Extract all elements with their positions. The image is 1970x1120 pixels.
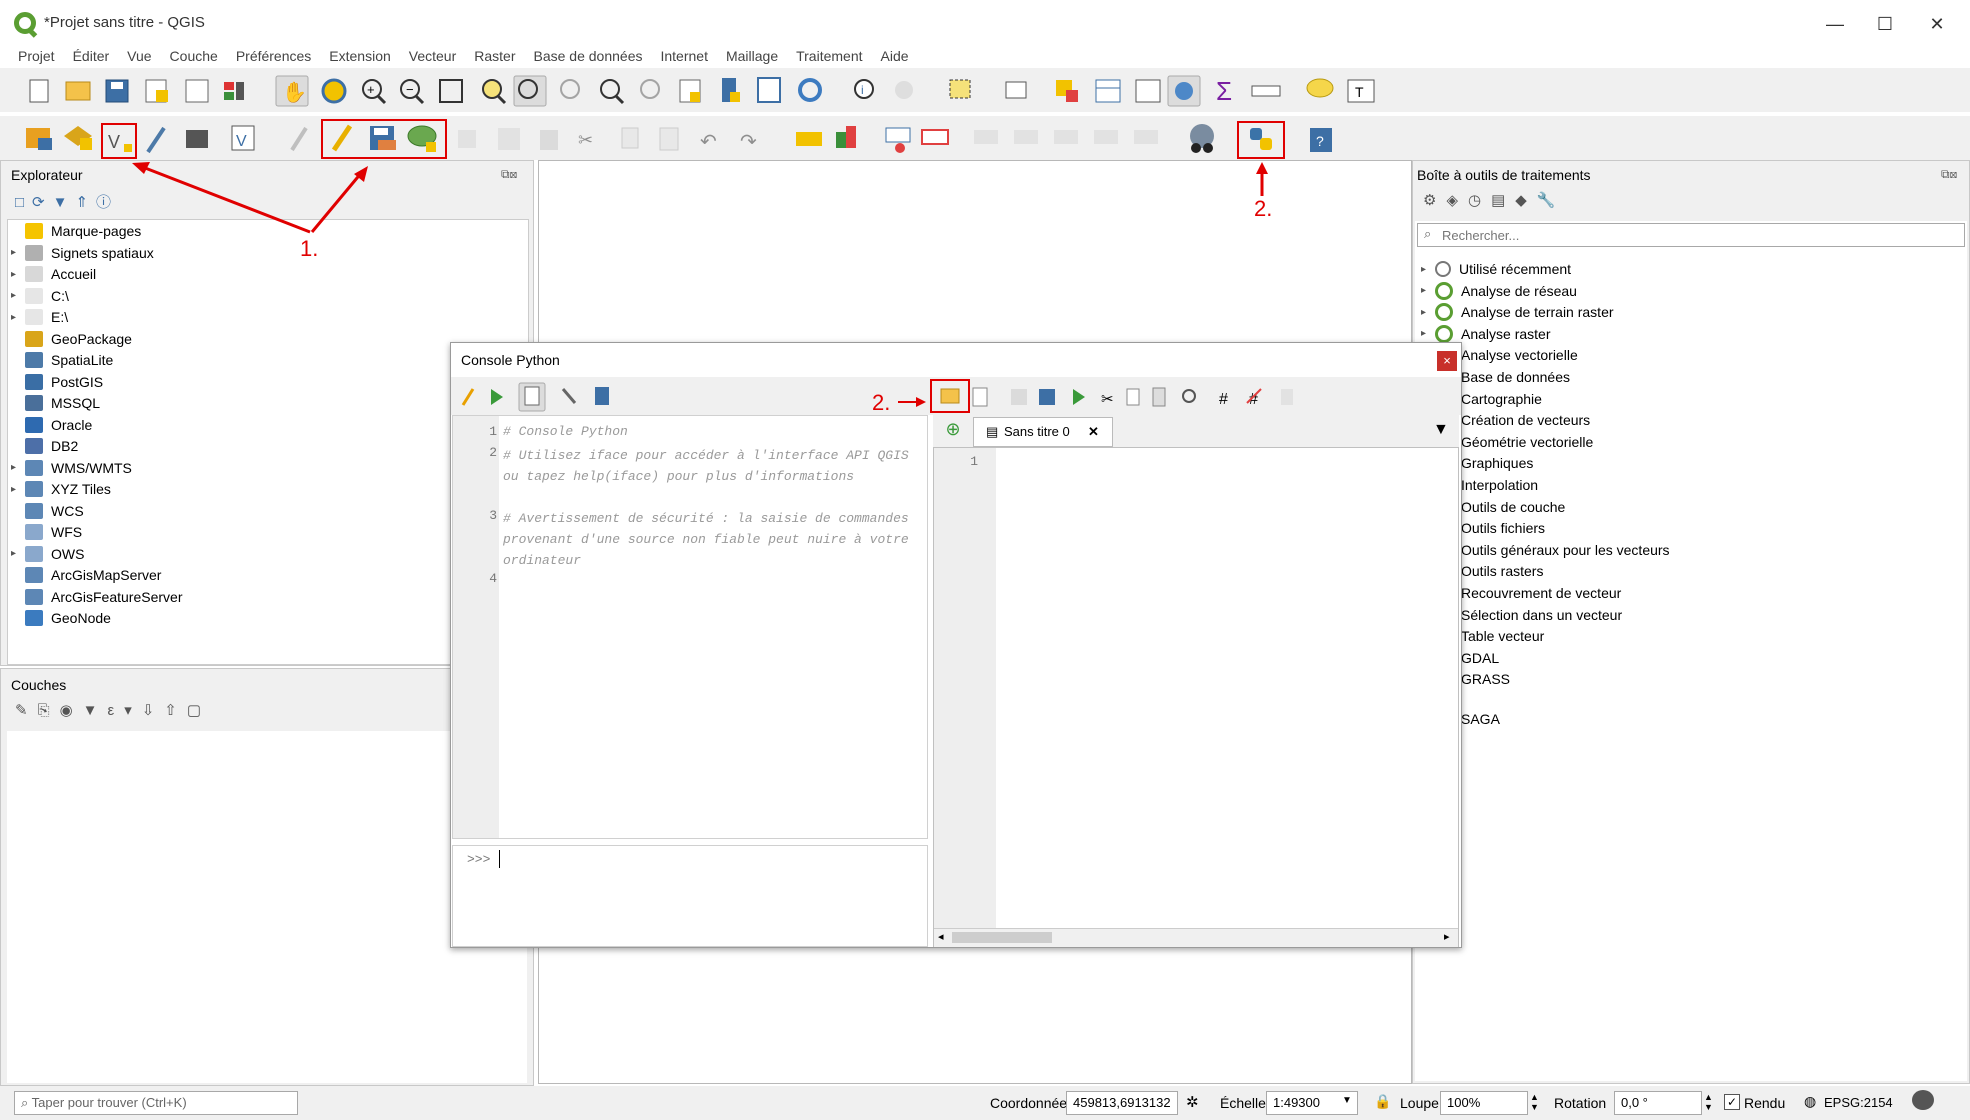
toggle-extents-icon[interactable]: ✲ xyxy=(1186,1093,1199,1111)
magnifier-field[interactable]: 100% xyxy=(1440,1091,1528,1115)
scale-label: Échelle xyxy=(1220,1095,1266,1111)
magnifier-label: Loupe xyxy=(1400,1095,1439,1111)
annotation-label-2-console: 2. xyxy=(872,390,891,415)
annotation-arrow-2-console xyxy=(898,397,926,407)
locator-placeholder: Taper pour trouver (Ctrl+K) xyxy=(31,1095,187,1110)
coordinate-label: Coordonnée xyxy=(990,1095,1068,1111)
rotation-spin-icon[interactable]: ▲ ▼ xyxy=(1704,1092,1713,1112)
render-checkbox[interactable]: ✓ xyxy=(1724,1094,1740,1110)
render-label: Rendu xyxy=(1744,1095,1786,1111)
scale-dropdown-icon[interactable]: ▼ xyxy=(1342,1095,1352,1106)
annotation-layer xyxy=(132,162,1268,407)
locator-search-icon: ⌕ xyxy=(21,1095,32,1110)
annotation-arrow-1b xyxy=(310,166,368,233)
messages-icon[interactable] xyxy=(1912,1090,1934,1110)
rotation-label: Rotation xyxy=(1554,1095,1607,1111)
qgis-window: *Projet sans titre - QGIS — ☐ ✕ Projet É… xyxy=(0,0,1970,1120)
rotation-field[interactable]: 0,0 ° xyxy=(1614,1091,1702,1115)
crs-globe-icon[interactable]: ◍ xyxy=(1804,1093,1816,1110)
magnifier-spin-icon[interactable]: ▲ ▼ xyxy=(1530,1092,1539,1112)
coordinate-field[interactable]: 459813,6913132 xyxy=(1066,1091,1178,1115)
lock-icon[interactable]: 🔒 xyxy=(1374,1093,1391,1110)
annotation-label-1: 1. xyxy=(300,236,319,261)
annotation-label-2-top: 2. xyxy=(1254,196,1273,221)
status-bar: ⌕ Taper pour trouver (Ctrl+K) Coordonnée… xyxy=(0,1086,1970,1120)
crs-label[interactable]: EPSG:2154 xyxy=(1824,1095,1893,1110)
locator-bar[interactable]: ⌕ Taper pour trouver (Ctrl+K) xyxy=(14,1091,298,1115)
annotation-arrow-1a xyxy=(132,162,311,234)
annotation-arrow-2-top xyxy=(1256,162,1268,196)
